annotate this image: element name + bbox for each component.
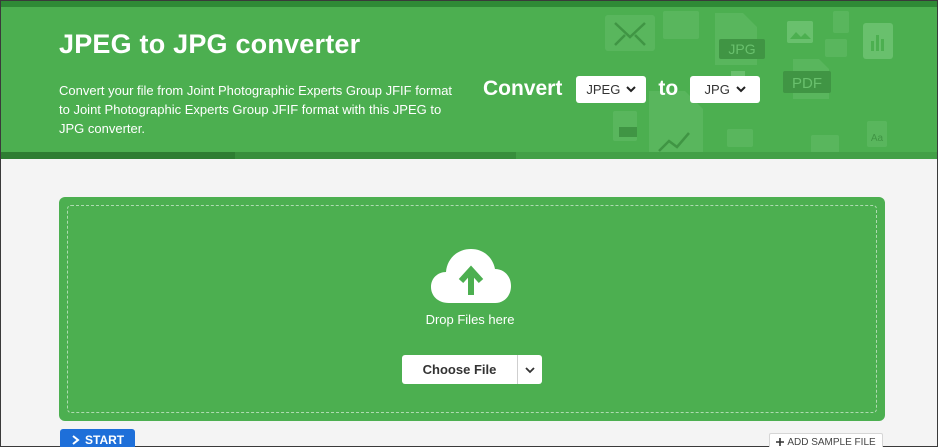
format-selector-row: Convert JPEG to JPG <box>483 73 761 105</box>
choose-file-dropdown[interactable] <box>518 355 542 384</box>
choose-file-group: Choose File <box>402 355 542 384</box>
start-button[interactable]: START <box>60 429 135 447</box>
from-format-select[interactable]: JPEG <box>576 75 647 103</box>
add-sample-file-label: ADD SAMPLE FILE <box>787 436 876 447</box>
banner-divider <box>1 152 937 159</box>
convert-label: Convert <box>483 77 563 100</box>
from-format-value: JPEG <box>586 81 621 97</box>
chevron-down-icon <box>736 86 746 93</box>
drop-files-text: Drop Files here <box>425 312 515 327</box>
page-description: Convert your file from Joint Photographi… <box>59 83 453 136</box>
plus-icon <box>776 438 785 446</box>
start-button-label: START <box>85 433 125 447</box>
chevron-down-icon <box>626 86 637 93</box>
add-sample-file-button[interactable]: ADD SAMPLE FILE <box>769 433 883 447</box>
to-format-select[interactable]: JPG <box>690 75 761 103</box>
header-banner: JPG PDF Aa JPEG to JPG converter Convert… <box>1 1 937 159</box>
deco-jpg-text: JPG <box>728 41 755 57</box>
cloud-upload-icon <box>431 249 511 303</box>
to-label: to <box>658 77 679 100</box>
to-format-value: JPG <box>704 81 730 97</box>
chevron-down-icon <box>525 366 535 373</box>
deco-pdf-text: PDF <box>792 75 822 92</box>
chevron-right-icon <box>72 435 80 445</box>
page-title: JPEG to JPG converter <box>59 29 361 59</box>
choose-file-button[interactable]: Choose File <box>402 355 518 384</box>
deco-font-text: Aa <box>871 133 884 144</box>
